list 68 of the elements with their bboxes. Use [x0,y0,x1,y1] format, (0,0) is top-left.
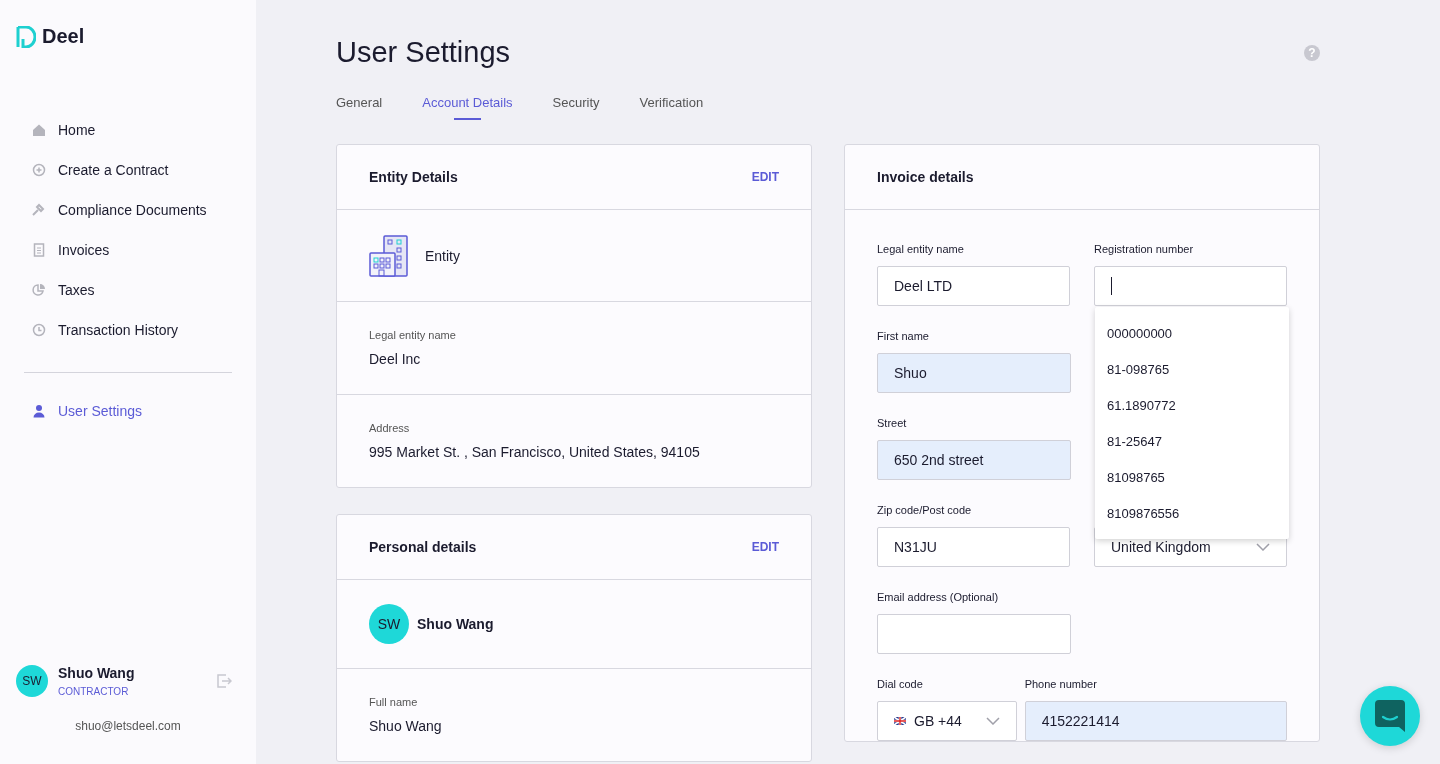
tab[interactable]: Security [552,95,600,120]
person-name: Shuo Wang [417,616,494,632]
tab[interactable]: General [336,95,383,120]
chevron-down-icon [985,717,1000,725]
card-title: Entity Details [369,169,458,185]
entity-type: Entity [425,247,460,264]
field-label: Legal entity name [877,243,965,257]
user-name: Shuo Wang [58,665,136,681]
dropdown-option[interactable]: 61.1890772 [1095,387,1289,423]
info-value: 995 Market St. , San Francisco, United States, 94105 [369,444,701,460]
text-field[interactable]: Shuo [877,353,1071,393]
nav-link[interactable]: Invoices [24,230,232,270]
card-title: Personal details [369,539,477,555]
brand-name: Deel [42,25,85,48]
dropdown-option[interactable]: 81098765 [1095,459,1289,495]
nav-link[interactable]: Transaction History [24,310,232,350]
text-field[interactable] [1094,266,1287,306]
logout-icon[interactable] [216,673,232,689]
edit-link[interactable]: EDIT [751,170,779,184]
page-title: User Settings [336,36,511,69]
avatar: SW [16,665,48,697]
nav-link[interactable]: Home [24,110,232,150]
user-email: shuo@letsdeel.com [74,719,182,733]
chat-bubble-icon [1375,700,1405,732]
field-label: Registration number [1094,243,1195,257]
chevron-down-icon [1256,543,1270,551]
field-label: Street [877,417,908,431]
home-icon [32,123,46,137]
dropdown-option[interactable]: 000000000 [1095,315,1289,351]
document-icon [32,243,46,257]
chat-button[interactable] [1360,686,1420,746]
info-value: Shuo Wang [369,718,443,734]
user-icon [32,404,46,418]
tab[interactable]: Account Details [422,95,513,120]
avatar: SW [369,604,409,644]
field-label: Zip code/Post code [877,504,973,518]
text-field[interactable]: N31JU [877,527,1070,567]
info-label: Full name [369,696,419,708]
dropdown-option[interactable]: 81-25647 [1095,423,1289,459]
info-label: Legal entity name [369,329,457,341]
field-label: First name [877,330,930,344]
card-title: Invoice details [877,169,974,185]
nav-link[interactable]: User Settings [24,391,232,431]
user-role: CONTRACTOR [58,686,130,697]
text-field[interactable]: 4152221414 [1024,701,1287,741]
text-field[interactable] [877,614,1071,654]
flag-icon [894,717,906,725]
logo-icon [16,25,36,48]
dial-code-select[interactable]: GB +44 [877,701,1017,741]
buildings-icon [369,234,409,277]
text-field[interactable]: 650 2nd street [877,440,1071,480]
info-value: Deel Inc [369,351,422,367]
pie-chart-icon [32,283,46,297]
field-label: Email address (Optional) [877,591,1000,605]
nav-link[interactable]: Create a Contract [24,150,232,190]
dropdown-option[interactable]: 81-098765 [1095,351,1289,387]
text-caret [1111,277,1112,295]
text-field[interactable]: Deel LTD [877,266,1070,306]
edit-link[interactable]: EDIT [751,540,779,554]
info-label: Address [369,422,411,434]
nav-link[interactable]: Taxes [24,270,232,310]
plus-circle-icon [32,163,46,177]
clock-icon [32,323,46,337]
tab[interactable]: Verification [639,95,704,120]
gavel-icon [32,203,46,217]
nav-link[interactable]: Compliance Documents [24,190,232,230]
field-label: Dial code [877,678,924,692]
field-label: Phone number [1024,678,1098,692]
